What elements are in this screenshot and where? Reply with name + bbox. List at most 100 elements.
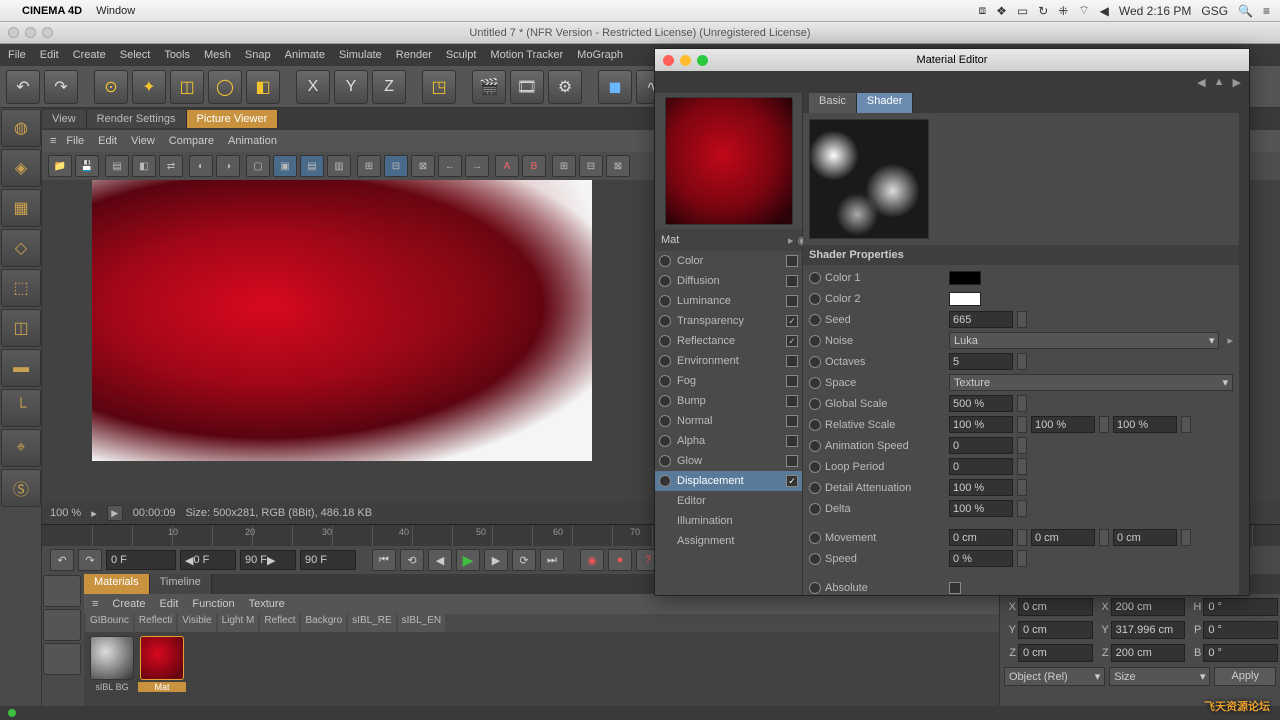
redo-button[interactable]: ↷ (44, 70, 78, 104)
coord-apply[interactable]: Apply (1214, 667, 1276, 686)
material-grid[interactable]: sIBL BG Mat (84, 632, 999, 706)
size-z[interactable]: 200 cm (1111, 644, 1186, 662)
select-tool[interactable]: ⊙ (94, 70, 128, 104)
menu-simulate[interactable]: Simulate (339, 49, 382, 61)
menu-mesh[interactable]: Mesh (204, 49, 231, 61)
size-y[interactable]: 317.996 cm (1111, 621, 1186, 639)
pv-arrow1[interactable]: ← (438, 155, 462, 177)
channel-environment[interactable]: Environment (655, 351, 802, 371)
tab-view[interactable]: View (42, 110, 87, 128)
undo-button[interactable]: ↶ (6, 70, 40, 104)
channel-assignment[interactable]: Assignment (655, 531, 802, 551)
dropbox-icon[interactable]: ⧈ (978, 3, 986, 18)
pv-b[interactable]: B (522, 155, 546, 177)
render-settings[interactable]: ⚙ (548, 70, 582, 104)
record-key[interactable]: ◉ (580, 549, 604, 571)
material-mat[interactable]: Mat (138, 636, 186, 692)
pv-filter3[interactable]: ▤ (300, 155, 324, 177)
tab-shader[interactable]: Shader (857, 93, 913, 113)
relscale-z[interactable]: 100 % (1113, 416, 1177, 433)
scale-tool[interactable]: ◫ (170, 70, 204, 104)
size-x[interactable]: 200 cm (1111, 598, 1186, 616)
pv-play[interactable]: ▶ (107, 505, 123, 521)
channel-glow[interactable]: Glow (655, 451, 802, 471)
mat-create[interactable]: Create (112, 598, 145, 610)
animspeed-input[interactable]: 0 (949, 437, 1013, 454)
mat-edit[interactable]: Edit (159, 598, 178, 610)
relscale-x[interactable]: 100 % (949, 416, 1013, 433)
play-button[interactable]: ▶ (456, 549, 480, 571)
zoom-icon[interactable] (697, 55, 708, 66)
render-view[interactable]: 🎬 (472, 70, 506, 104)
move-x[interactable]: 0 cm (949, 529, 1013, 546)
pv-compare[interactable]: Compare (169, 135, 214, 147)
channel-diffusion[interactable]: Diffusion (655, 271, 802, 291)
material-name-input[interactable] (661, 234, 784, 246)
seed-input[interactable]: 665 (949, 311, 1013, 328)
nav-fwd-icon[interactable]: ▶ (1233, 76, 1241, 89)
shader-preview[interactable] (809, 119, 929, 239)
menu-render[interactable]: Render (396, 49, 432, 61)
close-icon[interactable] (663, 55, 674, 66)
texture-mode[interactable]: ▦ (1, 189, 41, 227)
model-mode[interactable]: ◍ (1, 109, 41, 147)
channel-alpha[interactable]: Alpha (655, 431, 802, 451)
snap-toggle[interactable]: Ⓢ (1, 469, 41, 507)
pv-filter1[interactable]: ▢ (246, 155, 270, 177)
coord-system[interactable]: ◳ (422, 70, 456, 104)
pos-z[interactable]: 0 cm (1018, 644, 1093, 662)
channel-normal[interactable]: Normal (655, 411, 802, 431)
timemachine-icon[interactable]: ↻ (1038, 4, 1048, 18)
relscale-y[interactable]: 100 % (1031, 416, 1095, 433)
object-mode[interactable]: ◈ (1, 149, 41, 187)
redo-anim[interactable]: ↷ (78, 549, 102, 571)
step-back[interactable]: ◀ (428, 549, 452, 571)
axis-mode[interactable]: └ (1, 389, 41, 427)
step-back-key[interactable]: ⟲ (400, 549, 424, 571)
tab-render-settings[interactable]: Render Settings (87, 110, 187, 128)
channel-color[interactable]: Color (655, 251, 802, 271)
axis-y[interactable]: Y (334, 70, 368, 104)
menu-select[interactable]: Select (120, 49, 151, 61)
menu-create[interactable]: Create (73, 49, 106, 61)
pv-filter4[interactable]: ▥ (327, 155, 351, 177)
pv-history[interactable]: ▤ (105, 155, 129, 177)
rot-p[interactable]: 0 ° (1203, 621, 1278, 639)
detail-input[interactable]: 100 % (949, 479, 1013, 496)
globalscale-input[interactable]: 500 % (949, 395, 1013, 412)
tab-materials[interactable]: Materials (84, 574, 150, 594)
rot-b[interactable]: 0 ° (1203, 644, 1278, 662)
menu-tools[interactable]: Tools (164, 49, 190, 61)
pv-info1[interactable]: ⊞ (357, 155, 381, 177)
move-z[interactable]: 0 cm (1113, 529, 1177, 546)
color1-swatch[interactable] (949, 271, 981, 285)
pv-filter2[interactable]: ▣ (273, 155, 297, 177)
mgr3[interactable] (43, 643, 81, 675)
channel-transparency[interactable]: Transparency✓ (655, 311, 802, 331)
clock[interactable]: Wed 2:16 PM (1119, 4, 1191, 18)
coord-sizemode[interactable]: Size▾ (1109, 667, 1210, 686)
material-preview[interactable] (665, 97, 793, 225)
coord-mode[interactable]: Object (Rel)▾ (1004, 667, 1105, 686)
material-sibl-bg[interactable]: sIBL BG (88, 636, 136, 692)
pv-info3[interactable]: ⊠ (411, 155, 435, 177)
pos-x[interactable]: 0 cm (1018, 598, 1093, 616)
undo-anim[interactable]: ↶ (50, 549, 74, 571)
cube-primitive[interactable]: ◼ (598, 70, 632, 104)
mat-function[interactable]: Function (192, 598, 234, 610)
channel-displacement[interactable]: Displacement✓ (655, 471, 802, 491)
mgr2[interactable] (43, 609, 81, 641)
pv-a[interactable]: A (495, 155, 519, 177)
loop-input[interactable]: 0 (949, 458, 1013, 475)
move-y[interactable]: 0 cm (1031, 529, 1095, 546)
scrollbar[interactable] (1239, 93, 1249, 595)
material-editor-titlebar[interactable]: Material Editor (655, 49, 1249, 71)
render-pv[interactable]: 🎞 (510, 70, 544, 104)
volume-icon[interactable]: ◀ (1100, 4, 1109, 18)
delta-input[interactable]: 100 % (949, 500, 1013, 517)
pv-ab[interactable]: ◧ (132, 155, 156, 177)
channel-fog[interactable]: Fog (655, 371, 802, 391)
traffic-lights[interactable] (8, 27, 53, 38)
lasttool[interactable]: ◧ (246, 70, 280, 104)
channel-illumination[interactable]: Illumination (655, 511, 802, 531)
